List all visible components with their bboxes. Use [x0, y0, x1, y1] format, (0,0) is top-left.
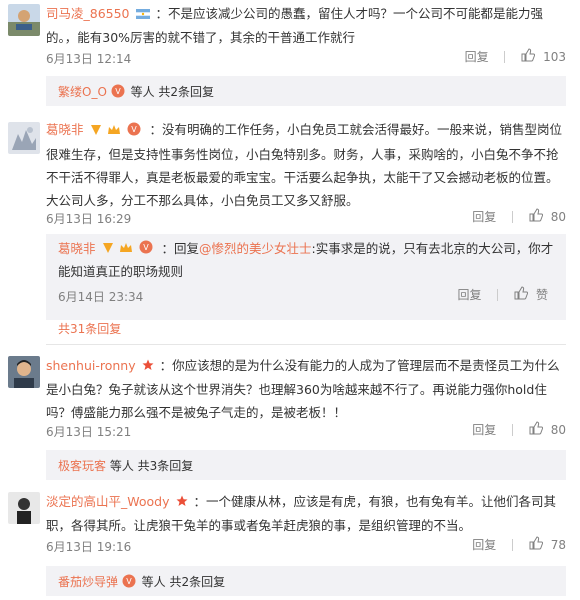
star-badge [142, 355, 154, 378]
like-count[interactable]: 103 [543, 50, 566, 64]
thumbs-up-icon[interactable] [529, 208, 543, 225]
comment-feed: 司马凌_86550 ：不是应该减少公司的愚蠢，留住人才吗？一个公司不可能都是能力… [0, 0, 580, 600]
vip-badge: V [122, 574, 136, 591]
like-count[interactable]: 80 [551, 210, 566, 224]
thumbs-up-icon[interactable] [529, 536, 543, 553]
divider [512, 423, 514, 436]
sub-reply-summary: 等人 共2条回复 [141, 575, 226, 589]
reply-button[interactable]: 回复 [472, 421, 496, 438]
username[interactable]: 淡定的高山平_Woody [46, 494, 170, 509]
divider [512, 210, 514, 223]
like-count[interactable]: 80 [551, 423, 566, 437]
crown-badge [107, 120, 121, 143]
reply-button[interactable]: 回复 [465, 48, 489, 65]
sub-replies-bar[interactable]: 番茄炒导弹 V 等人 共2条回复 [46, 566, 566, 596]
svg-text:V: V [115, 87, 121, 96]
more-replies-link[interactable]: 共31条回复 [58, 320, 121, 337]
timestamp: 6月13日 16:29 [46, 212, 132, 226]
verified-badge [90, 120, 102, 143]
nested-like-button[interactable]: 赞 [536, 286, 548, 303]
svg-text:V: V [132, 125, 138, 134]
avatar[interactable] [8, 356, 40, 388]
reply-button[interactable]: 回复 [472, 536, 496, 553]
nested-reply-button[interactable]: 回复 [457, 286, 481, 303]
avatar[interactable] [8, 492, 40, 524]
reply-button[interactable]: 回复 [472, 208, 496, 225]
sub-reply-user[interactable]: 极客玩客 [58, 459, 106, 473]
username[interactable]: shenhui-ronny [46, 358, 136, 373]
divider [512, 538, 514, 551]
svg-text:V: V [144, 243, 150, 252]
thumbs-up-icon[interactable] [529, 421, 543, 438]
divider [497, 288, 499, 301]
vip-badge: V [127, 120, 141, 143]
crown-badge [119, 239, 133, 261]
username[interactable]: 葛晓非 [46, 122, 84, 137]
divider [504, 50, 506, 63]
sub-reply-summary: 等人 共3条回复 [109, 459, 194, 473]
mention-link[interactable]: @惨烈的美少女壮士 [199, 241, 312, 256]
verified-badge [102, 239, 114, 261]
nested-reply: 葛晓非 V ：回复@惨烈的美少女壮士:实事求是的说，只有去北京的大公司，你才能知… [46, 234, 566, 320]
vip-badge: V [111, 84, 125, 101]
sub-reply-user[interactable]: 番茄炒导弹 [58, 575, 118, 589]
sub-replies-bar[interactable]: 极客玩客 等人 共3条回复 [46, 450, 566, 480]
flag-badge [135, 3, 150, 26]
username[interactable]: 司马凌_86550 [46, 6, 130, 21]
timestamp: 6月13日 19:16 [46, 540, 132, 554]
star-badge [176, 491, 188, 514]
avatar[interactable] [8, 122, 40, 154]
thumbs-up-icon[interactable] [521, 48, 536, 65]
divider [46, 344, 566, 345]
timestamp: 6月13日 15:21 [46, 425, 132, 439]
nested-reply-user[interactable]: 葛晓非 [58, 241, 96, 256]
like-count[interactable]: 78 [551, 538, 566, 552]
vip-badge: V [139, 239, 153, 261]
svg-text:V: V [126, 577, 132, 586]
sub-reply-user[interactable]: 繁缕O_O [58, 85, 107, 99]
sub-replies-bar[interactable]: 繁缕O_O V 等人 共2条回复 [46, 76, 566, 106]
reply-prefix: ：回复 [161, 241, 199, 256]
nested-timestamp: 6月14日 23:34 [58, 290, 144, 304]
timestamp: 6月13日 12:14 [46, 52, 132, 66]
sub-reply-summary: 等人 共2条回复 [130, 85, 215, 99]
thumbs-up-icon[interactable] [514, 286, 529, 303]
avatar[interactable] [8, 4, 40, 36]
